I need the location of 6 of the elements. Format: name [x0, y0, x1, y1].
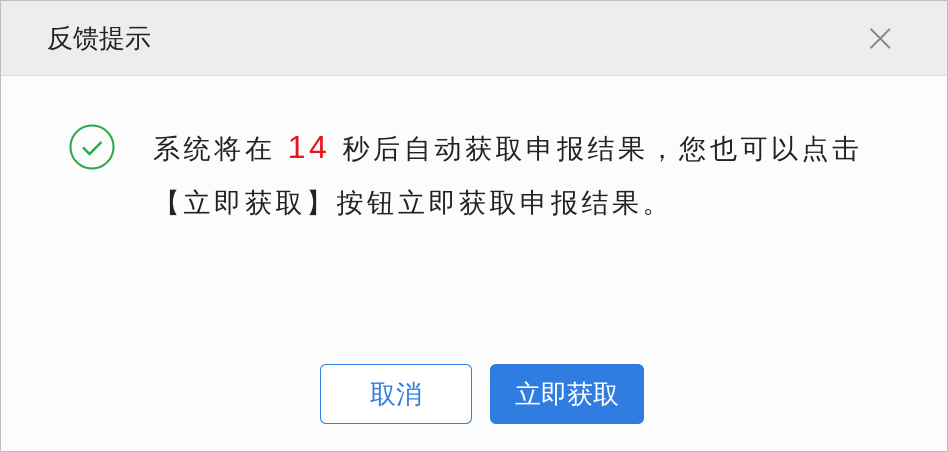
dialog-title: 反馈提示: [47, 22, 151, 56]
cancel-button[interactable]: 取消: [320, 364, 472, 424]
fetch-now-button[interactable]: 立即获取: [490, 364, 644, 424]
check-circle-icon: [69, 124, 115, 170]
message-text: 系统将在 14 秒后自动获取申报结果，您也可以点击【立即获取】按钮立即获取申报结果。: [153, 128, 864, 221]
close-button[interactable]: ×: [863, 18, 901, 58]
